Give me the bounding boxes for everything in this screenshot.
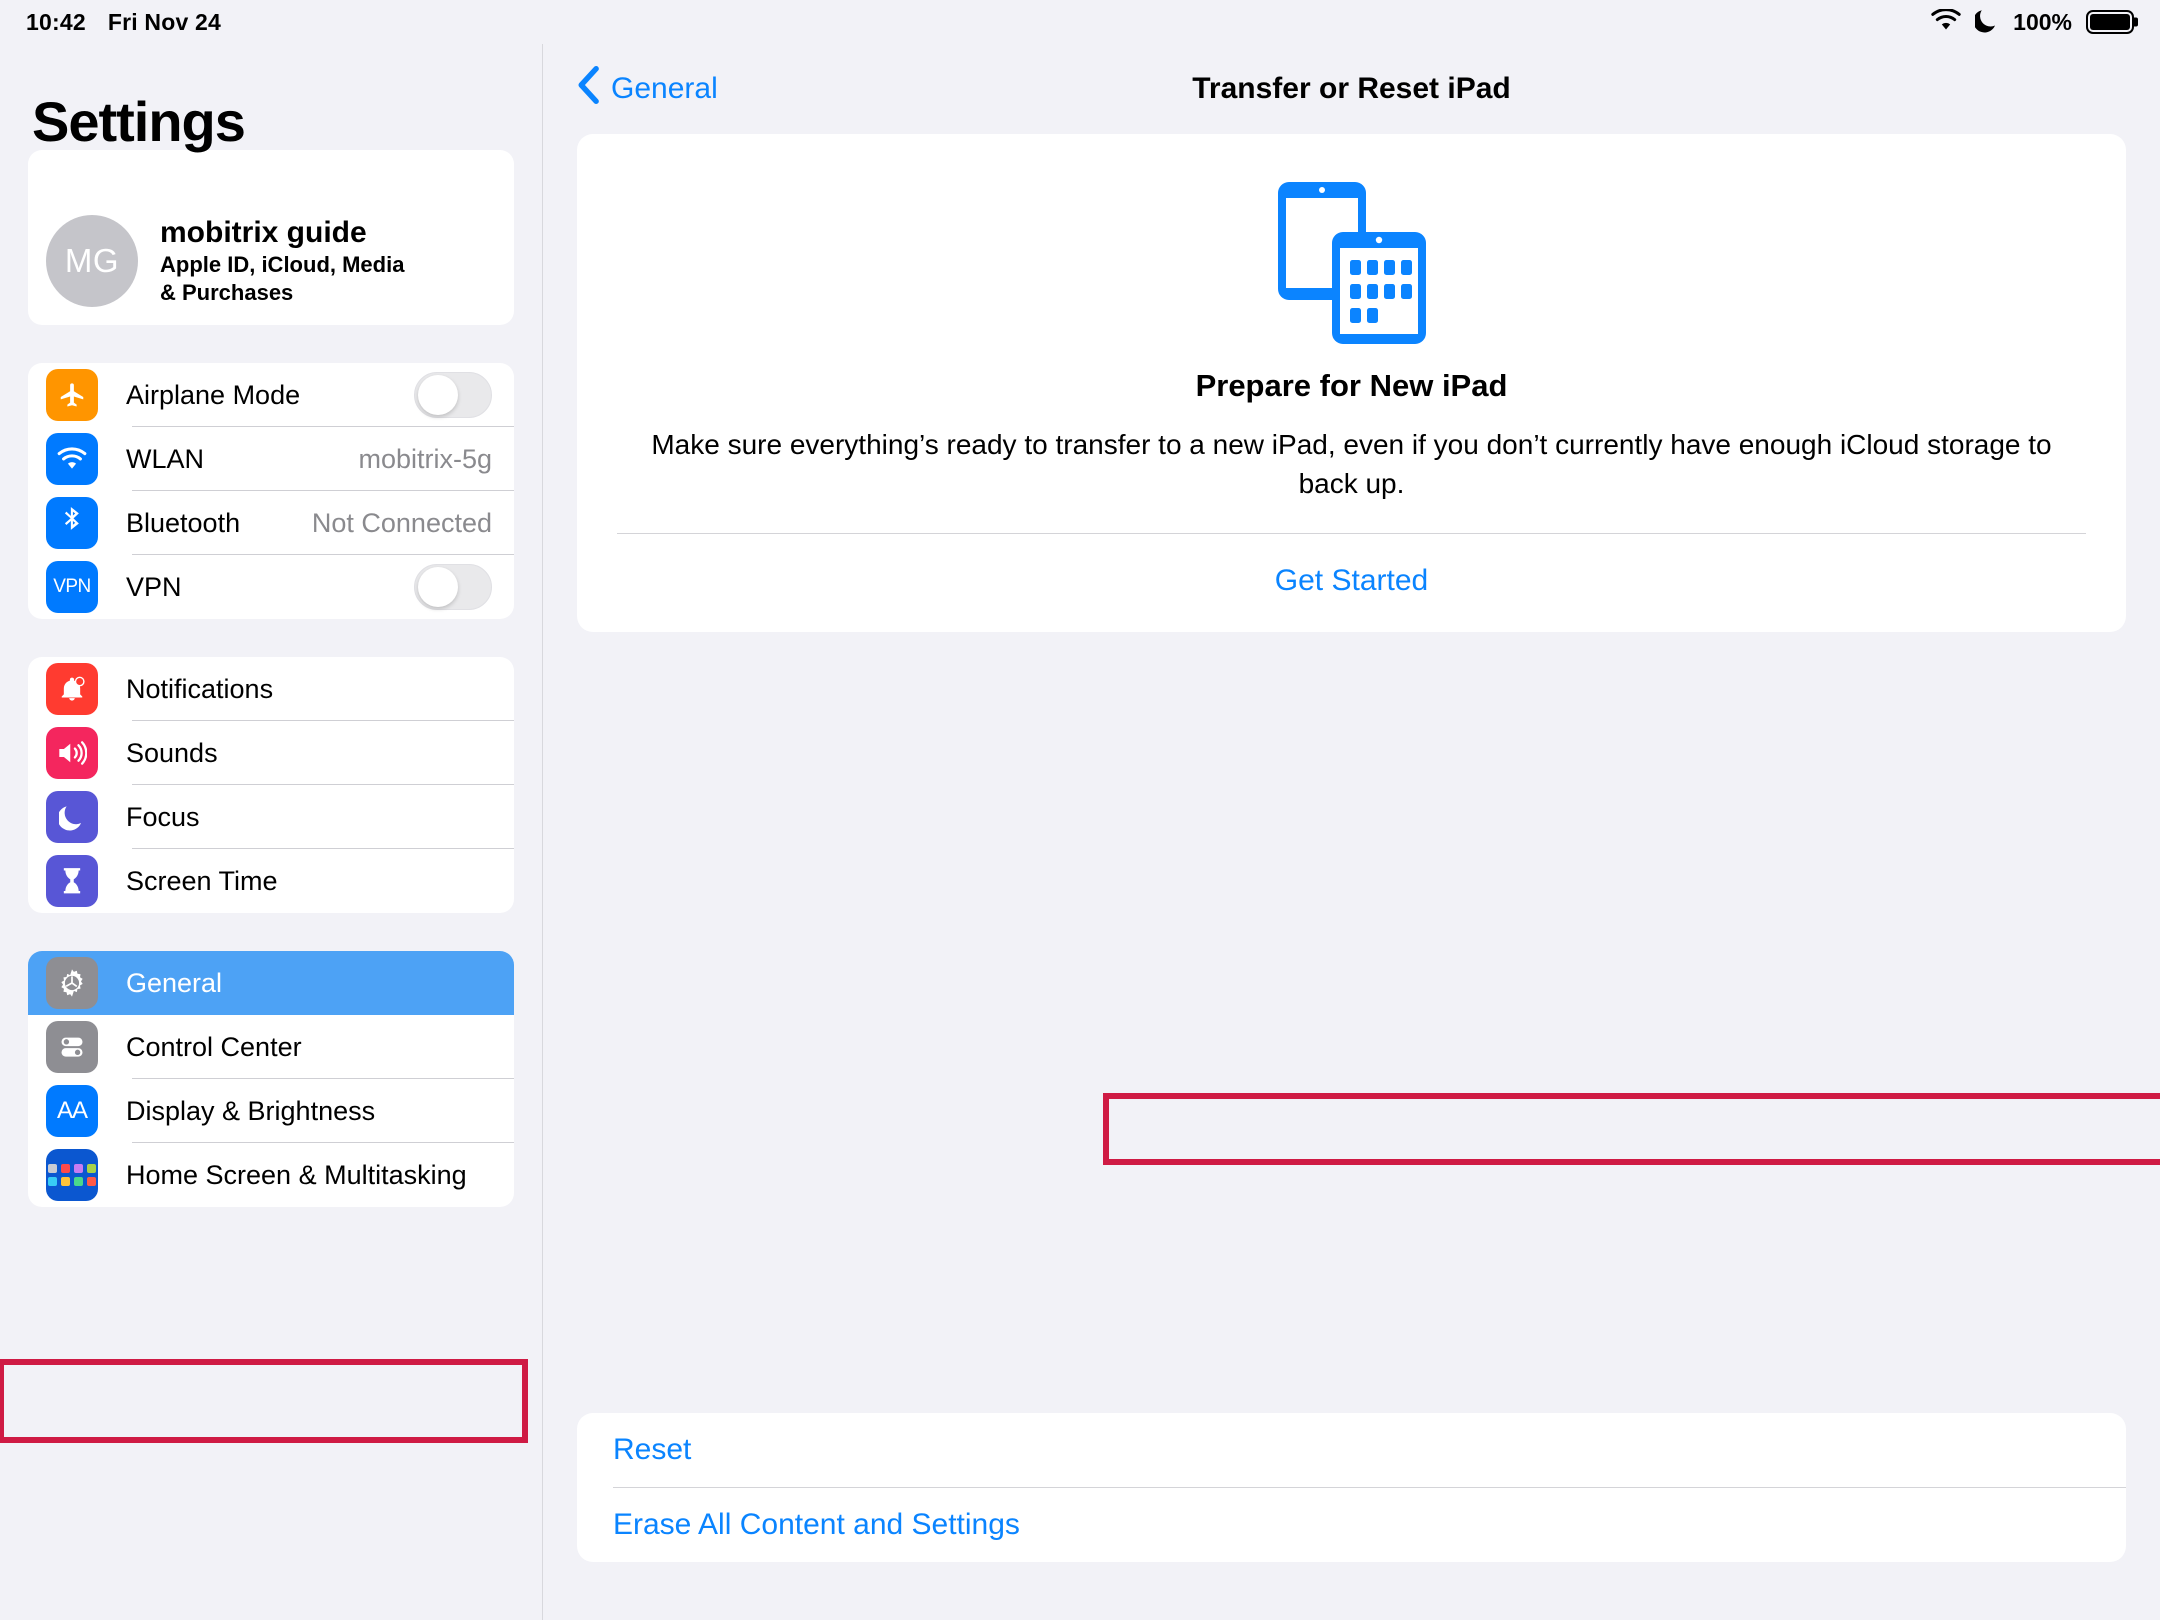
profile-subtitle-line1: Apple ID, iCloud, Media [160,252,405,278]
sidebar-item-screen-time[interactable]: Screen Time [28,849,514,913]
sidebar-item-label: VPN [126,571,182,602]
sidebar-item-label: Display & Brightness [126,1095,376,1126]
sidebar-item-notifications[interactable]: Notifications [28,657,514,721]
profile-name: mobitrix guide [160,215,367,249]
settings-sidebar: Settings MG mobitrix guide Apple ID, iCl… [0,44,543,1620]
status-bar-left: 10:42 Fri Nov 24 [26,9,221,36]
bluetooth-icon [46,497,98,549]
annotation-box-general [0,1359,528,1443]
status-bar: 10:42 Fri Nov 24 100% [0,0,2160,44]
profile-text: mobitrix guide Apple ID, iCloud, Media &… [160,216,404,306]
sidebar-item-focus[interactable]: Focus [28,785,514,849]
text-size-icon: AA [46,1085,98,1137]
sidebar-item-label: Home Screen & Multitasking [126,1159,467,1190]
vpn-icon: VPN [46,561,98,613]
reset-actions-group: Reset Erase All Content and Settings [577,1413,2126,1562]
sidebar-item-home-screen-multitasking[interactable]: Home Screen & Multitasking [28,1143,514,1207]
main-content: Settings MG mobitrix guide Apple ID, iCl… [0,44,2160,1620]
sidebar-item-label: Control Center [126,1031,302,1062]
detail-body: Prepare for New iPad Make sure everythin… [543,134,2160,1620]
sliders-icon [46,1021,98,1073]
airplane-icon [46,369,98,421]
wifi-icon [1931,7,1961,36]
wlan-value: mobitrix-5g [358,443,492,474]
back-button[interactable]: General [577,66,718,112]
speaker-icon [46,727,98,779]
back-button-label: General [611,72,718,105]
sidebar-item-label: Sounds [126,737,218,768]
notifications-group: Notifications Sounds Focus Screen Time [28,657,514,913]
sidebar-item-label: Notifications [126,673,274,704]
sidebar-item-vpn[interactable]: VPN VPN [28,555,514,619]
sidebar-item-label: Bluetooth [126,507,241,538]
navigation-bar: General Transfer or Reset iPad [543,44,2160,134]
sidebar-item-bluetooth[interactable]: Bluetooth Not Connected [28,491,514,555]
sidebar-item-label: Focus [126,801,200,832]
get-started-button[interactable]: Get Started [617,534,2086,632]
detail-title: Transfer or Reset iPad [1192,72,1511,105]
apple-id-card[interactable]: MG mobitrix guide Apple ID, iCloud, Medi… [28,150,514,325]
status-time: 10:42 [26,8,86,35]
moon-icon [46,791,98,843]
reset-button[interactable]: Reset [577,1413,2126,1487]
app-grid-icon [46,1149,98,1201]
avatar: MG [46,215,138,307]
status-date: Fri Nov 24 [107,8,222,35]
battery-icon [2086,10,2138,34]
sidebar-item-wlan[interactable]: WLAN mobitrix-5g [28,427,514,491]
ipad-settings-screen: 10:42 Fri Nov 24 100% Settings MG mobitr… [0,0,2160,1620]
wifi-icon [46,433,98,485]
sidebar-item-airplane-mode[interactable]: Airplane Mode [28,363,514,427]
moon-icon [1973,7,1999,38]
sidebar-item-label: Screen Time [126,865,278,896]
bell-icon [46,663,98,715]
prepare-for-new-ipad-card: Prepare for New iPad Make sure everythin… [577,134,2126,633]
airplane-mode-toggle[interactable] [414,372,492,418]
sidebar-item-sounds[interactable]: Sounds [28,721,514,785]
erase-all-content-and-settings-button[interactable]: Erase All Content and Settings [577,1488,2126,1562]
detail-pane: General Transfer or Reset iPad Prepare f… [543,44,2160,1620]
profile-row[interactable]: MG mobitrix guide Apple ID, iCloud, Medi… [28,197,514,325]
vpn-toggle[interactable] [414,564,492,610]
sidebar-item-label: WLAN [126,443,205,474]
sidebar-item-general[interactable]: General [28,951,514,1015]
action-card: Reset Erase All Content and Settings [577,1413,2126,1562]
battery-percent: 100% [2013,8,2072,35]
sidebar-item-label: General [126,967,223,998]
two-ipads-icon [617,176,2086,348]
hourglass-icon [46,855,98,907]
sidebar-item-label: Airplane Mode [126,379,301,410]
status-bar-right: 100% [1931,7,2138,38]
general-group: General Control Center AA Display & Brig… [28,951,514,1207]
chevron-left-icon [577,66,599,112]
sidebar-item-display-brightness[interactable]: AA Display & Brightness [28,1079,514,1143]
sidebar-item-control-center[interactable]: Control Center [28,1015,514,1079]
prepare-heading: Prepare for New iPad [1195,368,1508,403]
page-title: Settings [32,90,246,153]
prepare-description: Make sure everything’s ready to transfer… [651,429,2052,499]
gear-icon [46,957,98,1009]
profile-subtitle-line2: & Purchases [160,280,294,306]
connectivity-group: Airplane Mode WLAN mobitrix-5g Bluetooth… [28,363,514,619]
bluetooth-value: Not Connected [311,507,492,538]
